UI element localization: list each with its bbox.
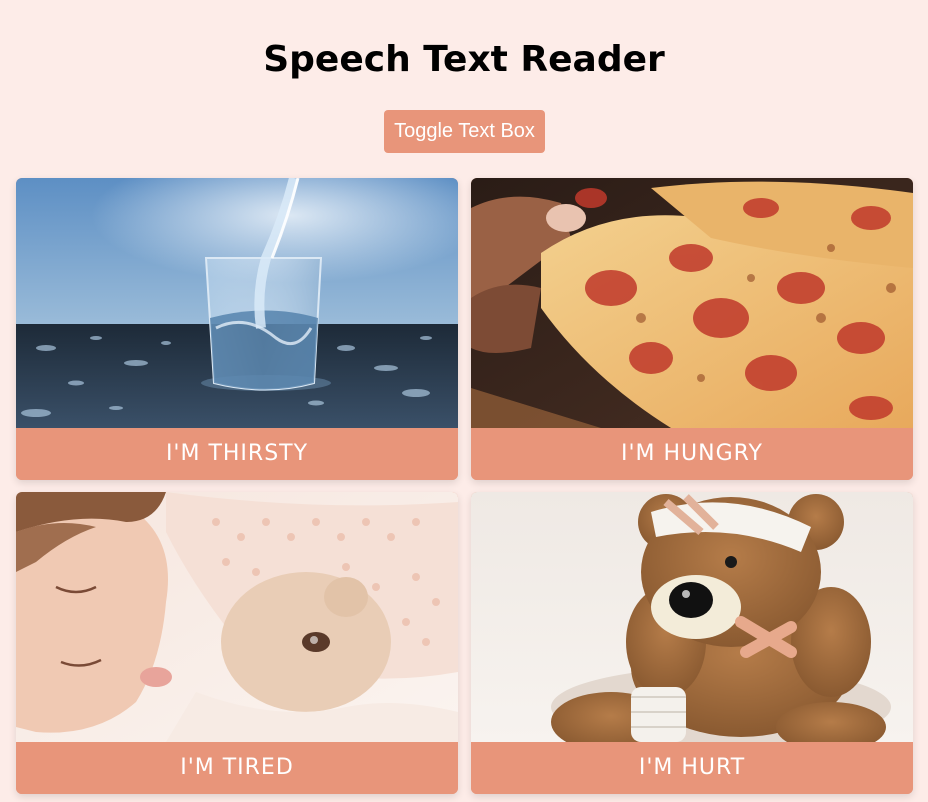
water-glass-image: [16, 178, 458, 428]
pizza-image: [471, 178, 913, 428]
card-thirsty[interactable]: I'M THIRSTY: [16, 178, 458, 480]
card-tired[interactable]: I'M TIRED: [16, 492, 458, 794]
sleeping-child-image: [16, 492, 458, 742]
card-label: I'M THIRSTY: [16, 428, 458, 480]
injured-teddy-bear-image: [471, 492, 913, 742]
card-label: I'M HURT: [471, 742, 913, 794]
card-label: I'M TIRED: [16, 742, 458, 794]
card-label: I'M HUNGRY: [471, 428, 913, 480]
toggle-text-box-button[interactable]: Toggle Text Box: [384, 110, 545, 153]
page-title: Speech Text Reader: [263, 39, 665, 80]
card-hurt[interactable]: I'M HURT: [471, 492, 913, 794]
card-hungry[interactable]: I'M HUNGRY: [471, 178, 913, 480]
